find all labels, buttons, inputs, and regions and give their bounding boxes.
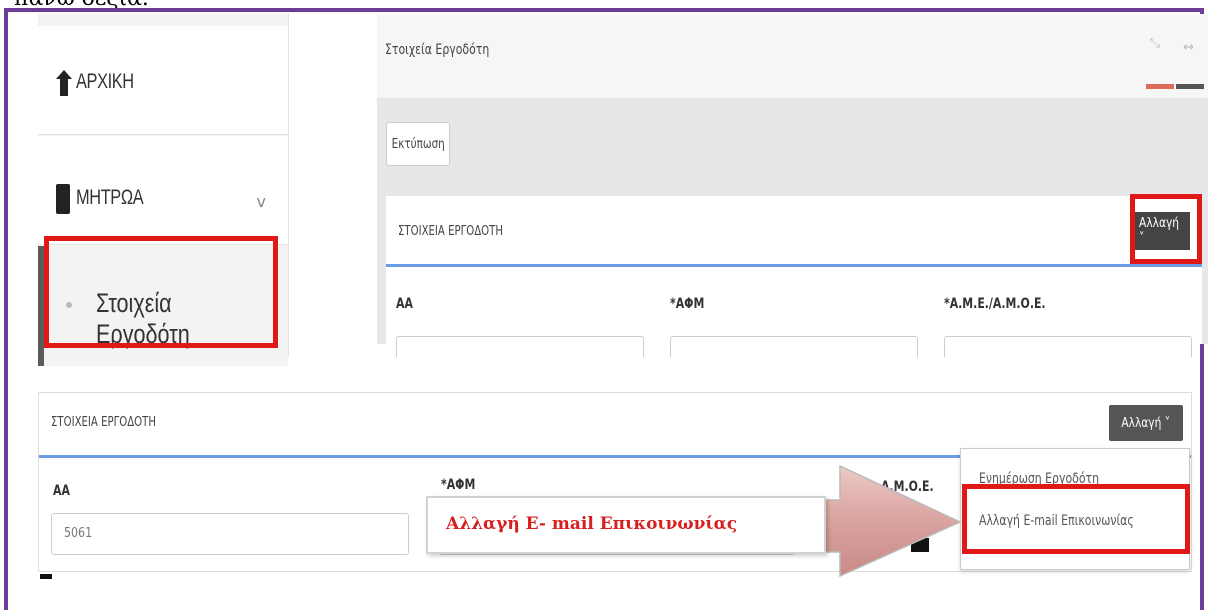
sidebar-item-label: ΑΡΧΙΚΗ: [76, 70, 134, 93]
highlight-box-change-email: [962, 484, 1190, 554]
card-title: ΣΤΟΙΧΕΙΑ ΕΡΓΟΔΟΤΗ: [51, 415, 156, 430]
home-icon: [56, 70, 72, 96]
sidebar-item-label: ΜΗΤΡΩΑ: [76, 186, 144, 209]
field-label-afm: *ΑΦΜ: [670, 296, 705, 312]
color-bar-red: [1146, 84, 1174, 89]
change-button[interactable]: Αλλαγή ˅: [1109, 405, 1183, 441]
decorative-mark: [40, 574, 52, 579]
employer-details-panel: Στοιχεία Εργοδότη ⤡ ↔ Εκτύπωση ΣΤΟΙΧΕΙΑ …: [377, 14, 1208, 357]
color-bar-dark: [1176, 84, 1204, 89]
panel-header: Στοιχεία Εργοδότη ⤡ ↔: [377, 14, 1208, 99]
print-button[interactable]: Εκτύπωση: [386, 122, 450, 166]
resize-arrows-icon[interactable]: ↔: [1183, 40, 1194, 55]
card-header: ΣΤΟΙΧΕΙΑ ΕΡΓΟΔΟΤΗ Αλλαγή ˅: [386, 196, 1202, 267]
panel-title: Στοιχεία Εργοδότη: [385, 42, 490, 58]
field-label-aa: ΑΑ: [396, 296, 413, 312]
aa-input[interactable]: 5061: [51, 513, 409, 555]
employer-card: ΣΤΟΙΧΕΙΑ ΕΡΓΟΔΟΤΗ Αλλαγή ˅ ΑΑ *ΑΦΜ *Α.Μ.…: [386, 196, 1202, 357]
callout-label: Αλλαγή E- mail Επικοινωνίας: [426, 496, 826, 554]
chevron-down-icon: v: [256, 192, 266, 211]
ame-input[interactable]: [944, 336, 1192, 357]
sidebar-item-registry[interactable]: ΜΗΤΡΩΑ v: [38, 136, 288, 245]
afm-input[interactable]: [670, 336, 918, 357]
aa-input-value: 5061: [64, 526, 93, 541]
field-label-aa: ΑΑ: [53, 483, 70, 499]
card-title: ΣΤΟΙΧΕΙΑ ΕΡΓΟΔΟΤΗ: [398, 224, 503, 239]
field-label-ame: *Α.Μ.Ε./Α.Μ.Ο.Ε.: [944, 296, 1046, 312]
callout-text: Αλλαγή E- mail Επικοινωνίας: [446, 514, 738, 534]
sidebar-item-home[interactable]: ΑΡΧΙΚΗ: [38, 26, 288, 135]
highlight-box-change-button: [1130, 194, 1202, 264]
book-icon: [56, 184, 70, 214]
aa-input[interactable]: [396, 336, 644, 357]
expand-icon[interactable]: ⤡: [1150, 36, 1160, 51]
highlight-box-sidebar: [44, 236, 278, 348]
